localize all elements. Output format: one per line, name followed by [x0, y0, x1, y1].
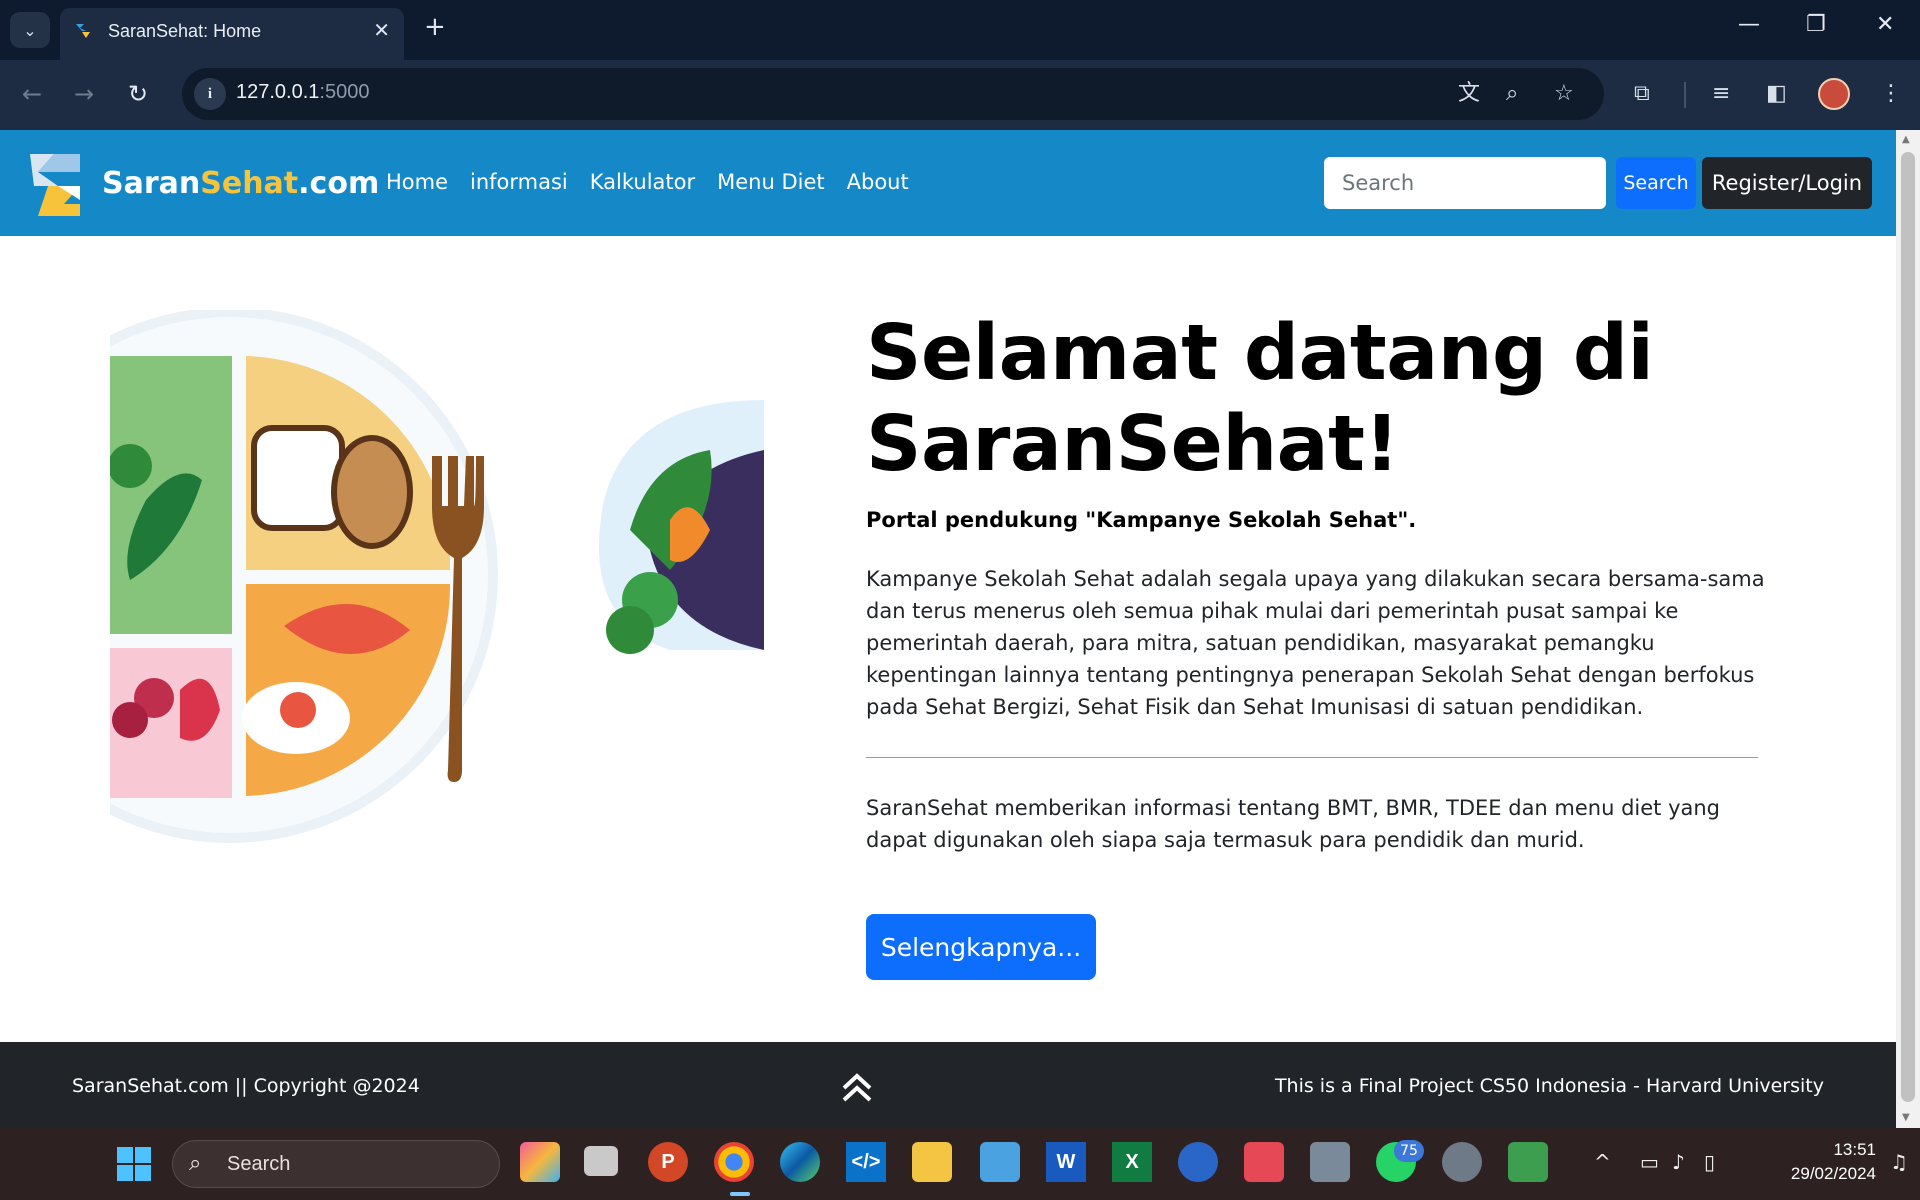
main-menu: Home informasi Kalkulator Menu Diet Abou… [386, 170, 909, 194]
game-app-icon[interactable] [1508, 1142, 1548, 1182]
hero-lead: Portal pendukung "Kampanye Sekolah Sehat… [866, 508, 1417, 532]
hero-title: Selamat datang di SaranSehat! [866, 309, 1654, 489]
edge-icon[interactable] [780, 1142, 820, 1182]
search-icon: ⌕ [189, 1151, 202, 1176]
read-more-button[interactable]: Selengkapnya... [866, 914, 1096, 980]
reload-icon[interactable]: ↻ [128, 79, 148, 109]
powerpoint-icon[interactable]: P [648, 1142, 688, 1182]
extensions-icon[interactable]: ⧉ [1634, 80, 1650, 108]
page-scrollbar[interactable]: ▲ ▼ [1896, 130, 1920, 1128]
scroll-up-icon[interactable]: ▲ [1902, 134, 1910, 145]
register-login-button[interactable]: Register/Login [1702, 157, 1872, 209]
battery-icon[interactable]: ▯ [1704, 1150, 1715, 1174]
back-to-top-icon[interactable] [840, 1072, 874, 1104]
notification-bell-icon[interactable]: ♫ [1890, 1150, 1908, 1174]
os-taskbar: ⌕ Search P </> W X 75 ^ ▭ ♪ ▯ 13:51 29/0… [0, 1128, 1920, 1200]
media-control-icon[interactable]: ≡ [1712, 80, 1730, 108]
hero-paragraph-2: SaranSehat memberikan informasi tentang … [866, 796, 1721, 852]
excel-icon[interactable]: X [1112, 1142, 1152, 1182]
hero-paragraph: Kampanye Sekolah Sehat adalah segala upa… [866, 567, 1765, 719]
tray-overflow-icon[interactable]: ^ [1594, 1150, 1611, 1174]
clock-date: 29/02/2024 [1790, 1164, 1876, 1183]
search-input[interactable] [1324, 157, 1606, 209]
windows-start-icon[interactable] [116, 1146, 152, 1182]
scroll-thumb[interactable] [1901, 152, 1915, 1102]
site-navbar: SaranSehat.com Home informasi Kalkulator… [0, 130, 1896, 236]
toolbar-separator [1684, 82, 1686, 108]
page-viewport: SaranSehat.com Home informasi Kalkulator… [0, 130, 1896, 1128]
notepad-icon[interactable] [980, 1142, 1020, 1182]
forward-icon[interactable]: → [74, 79, 94, 109]
copilot-icon[interactable] [520, 1142, 560, 1182]
window-close-icon[interactable]: ✕ [1876, 14, 1894, 36]
profile-avatar[interactable] [1818, 78, 1850, 110]
zoom-icon[interactable]: ⌕ [1506, 80, 1518, 108]
site-footer: SaranSehat.com || Copyright @2024 This i… [0, 1042, 1896, 1128]
remote-desktop-icon[interactable] [1310, 1142, 1350, 1182]
taskbar-search-label: Search [227, 1153, 291, 1175]
divider [866, 757, 1758, 758]
brand-name[interactable]: SaranSehat.com [102, 166, 379, 201]
clock-time: 13:51 [1833, 1140, 1876, 1159]
browser-tab-active[interactable]: SaranSehat: Home ✕ [60, 8, 404, 60]
settings-icon[interactable] [1442, 1142, 1482, 1182]
snipping-tool-icon[interactable] [1244, 1142, 1284, 1182]
tab-title: SaranSehat: Home [108, 21, 262, 41]
healthy-plate-illustration [110, 310, 764, 843]
footer-credit: This is a Final Project CS50 Indonesia -… [1274, 1075, 1824, 1097]
browser-tab-bar: ⌄ SaranSehat: Home ✕ + — ❐ ✕ [0, 0, 1920, 60]
minimize-icon[interactable]: — [1738, 14, 1760, 36]
taskbar-search[interactable]: ⌕ Search [172, 1140, 500, 1188]
new-tab-icon[interactable]: + [424, 14, 446, 40]
url-text[interactable]: 127.0.0.1:5000 [236, 81, 369, 104]
nav-kalkulator[interactable]: Kalkulator [590, 170, 695, 194]
nav-menu-diet[interactable]: Menu Diet [717, 170, 825, 194]
restore-icon[interactable]: ❐ [1806, 14, 1826, 36]
bookmark-star-icon[interactable]: ☆ [1554, 80, 1574, 108]
side-panel-icon[interactable]: ◧ [1766, 80, 1787, 108]
back-icon[interactable]: ← [22, 79, 42, 109]
vscode-icon[interactable]: </> [846, 1142, 886, 1182]
system-clock[interactable]: 13:51 29/02/2024 [1756, 1138, 1876, 1186]
word-icon[interactable]: W [1046, 1142, 1086, 1182]
translate-icon[interactable]: 文 [1458, 80, 1480, 108]
file-explorer-icon[interactable] [912, 1142, 952, 1182]
brand-logo-icon[interactable] [28, 152, 82, 218]
nav-about[interactable]: About [847, 170, 909, 194]
task-view-icon[interactable] [584, 1146, 618, 1176]
site-info-icon[interactable]: i [194, 78, 226, 110]
whatsapp-badge: 75 [1394, 1140, 1424, 1162]
menu-kebab-icon[interactable]: ⋮ [1880, 80, 1902, 108]
address-bar[interactable]: i 127.0.0.1:5000 文 ⌕ ☆ [182, 68, 1604, 120]
scroll-down-icon[interactable]: ▼ [1902, 1112, 1910, 1123]
tab-search-button[interactable]: ⌄ [10, 12, 50, 48]
tab-close-icon[interactable]: ✕ [373, 18, 390, 42]
nav-home[interactable]: Home [386, 170, 448, 194]
nav-informasi[interactable]: informasi [470, 170, 568, 194]
browser-app-icon[interactable] [1178, 1142, 1218, 1182]
volume-icon[interactable]: ♪ [1672, 1150, 1685, 1174]
footer-copyright: SaranSehat.com || Copyright @2024 [72, 1075, 420, 1097]
site-favicon-icon [76, 24, 90, 38]
network-icon[interactable]: ▭ [1640, 1150, 1659, 1174]
chrome-active-indicator [730, 1192, 750, 1196]
browser-toolbar: ← → ↻ i 127.0.0.1:5000 文 ⌕ ☆ ⧉ ≡ ◧ ⋮ [0, 60, 1920, 130]
search-button[interactable]: Search [1616, 157, 1696, 209]
chrome-icon[interactable] [714, 1142, 754, 1182]
